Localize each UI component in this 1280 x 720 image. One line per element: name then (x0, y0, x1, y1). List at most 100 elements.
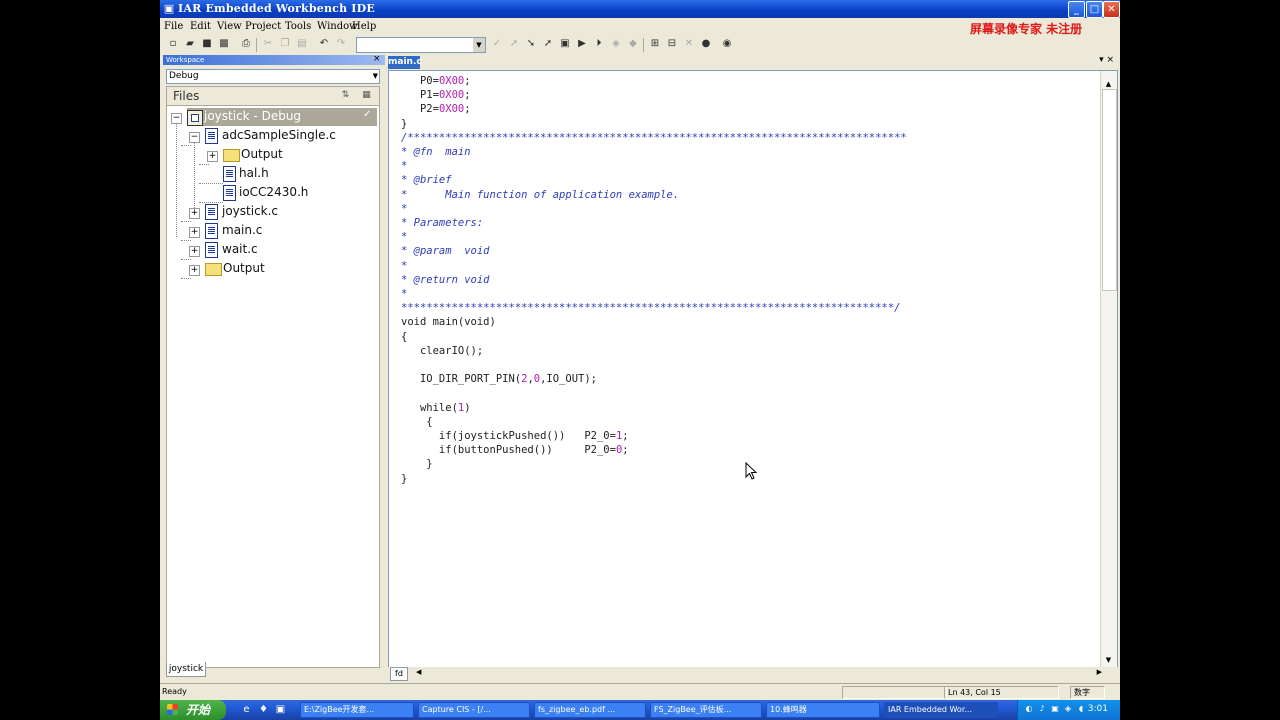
tree-item-project[interactable]: joystick - Debug ✓ (187, 108, 377, 126)
code-line[interactable]: } (401, 117, 907, 131)
collapse-icon[interactable]: − (189, 132, 200, 143)
make-icon[interactable]: ▶ (575, 37, 589, 51)
chevron-down-icon[interactable]: ▼ (473, 38, 485, 52)
close-button[interactable]: ✕ (1103, 1, 1120, 18)
code-line[interactable]: /***************************************… (401, 131, 907, 145)
code-line[interactable]: * Parameters: (401, 216, 907, 230)
sort-icon[interactable]: ⇅ (339, 89, 352, 102)
scroll-thumb[interactable] (1102, 89, 1117, 291)
scroll-down-icon[interactable]: ▼ (1103, 655, 1114, 666)
code-line[interactable]: { (401, 330, 907, 344)
expand-icon[interactable]: + (189, 246, 200, 257)
save-icon[interactable]: ■ (200, 37, 214, 51)
code-line[interactable]: * (401, 202, 907, 216)
breakpoint-disabled-icon[interactable]: ◆ (626, 37, 640, 51)
maximize-button[interactable]: □ (1086, 1, 1103, 18)
remove-breakpoints-icon[interactable]: ✕ (682, 37, 696, 51)
next-bookmark-icon[interactable]: ➚ (507, 37, 521, 51)
task-eval-board[interactable]: FS_ZigBee_评估板... (650, 702, 762, 718)
task-capture-cis[interactable]: Capture CIS - [/... (418, 702, 530, 718)
tree-item-adcsamplesingle[interactable]: adcSampleSingle.c (205, 127, 375, 145)
source-code[interactable]: P0=0X00; P1=0X00; P2=0X00;}/************… (401, 74, 907, 486)
code-line[interactable] (401, 386, 907, 400)
paste-icon[interactable]: ▤ (295, 37, 309, 51)
print-icon[interactable]: ⎙ (239, 37, 253, 51)
vertical-scrollbar[interactable]: ▲ ▼ (1100, 71, 1117, 668)
task-explorer-zigbee[interactable]: E:\ZigBee开发套... (300, 702, 414, 718)
save-all-icon[interactable]: ▩ (217, 37, 231, 51)
tree-item-hal-h[interactable]: hal.h (223, 165, 373, 183)
code-line[interactable]: ****************************************… (401, 301, 907, 315)
editor-window-controls[interactable]: ▾ × (1099, 55, 1114, 65)
code-line[interactable]: * @return void (401, 273, 907, 287)
new-file-icon[interactable]: ▫ (166, 37, 180, 51)
find-in-files-icon[interactable]: ➚ (541, 37, 555, 51)
code-line[interactable]: } (401, 457, 907, 471)
code-line[interactable]: void main(void) (401, 315, 907, 329)
toggle-breakpoint-icon[interactable]: ● (699, 37, 713, 51)
goto-icon[interactable]: ➘ (524, 37, 538, 51)
tree-item-output-sub[interactable]: Output (223, 146, 373, 164)
explorer-icon[interactable]: ▣ (274, 703, 287, 716)
start-button[interactable]: 开始 (160, 700, 226, 720)
menu-edit[interactable]: Edit (190, 21, 211, 32)
code-line[interactable]: * (401, 259, 907, 273)
code-line[interactable]: { (401, 415, 907, 429)
network-icon[interactable]: ♦ (257, 703, 270, 716)
copy-icon[interactable]: ❐ (278, 37, 292, 51)
undo-icon[interactable]: ↶ (317, 37, 331, 51)
code-line[interactable]: * (401, 230, 907, 244)
menu-view[interactable]: View (217, 21, 242, 32)
layout-icon[interactable]: ▦ (360, 89, 373, 102)
code-line[interactable]: while(1) (401, 401, 907, 415)
function-navigator-button[interactable]: fd (390, 667, 408, 681)
minimize-button[interactable]: _ (1068, 1, 1085, 18)
code-line[interactable]: clearIO(); (401, 344, 907, 358)
tab-main-c[interactable]: main.c (388, 56, 422, 69)
stop-build-icon[interactable]: ◈ (609, 37, 623, 51)
debug-icon[interactable]: ⏵ (592, 37, 606, 51)
code-line[interactable]: * @fn main (401, 145, 907, 159)
code-line[interactable]: * @brief (401, 173, 907, 187)
tree-item-main-c[interactable]: main.c (205, 222, 375, 240)
task-pdf[interactable]: fs_zigbee_eb.pdf ... (534, 702, 646, 718)
configuration-select[interactable]: Debug ▼ (166, 69, 380, 84)
code-line[interactable] (401, 358, 907, 372)
menu-project[interactable]: Project (245, 21, 281, 32)
menu-file[interactable]: File (164, 21, 183, 32)
template-icon[interactable]: ⊟ (665, 37, 679, 51)
task-buzzer-folder[interactable]: 10.蜂鸣器 (766, 702, 880, 718)
expand-icon[interactable]: + (207, 151, 218, 162)
chevron-down-icon[interactable]: ▼ (373, 70, 378, 83)
close-icon[interactable]: × (373, 54, 381, 64)
collapse-icon[interactable]: − (171, 113, 182, 124)
expand-icon[interactable]: + (189, 227, 200, 238)
menu-tools[interactable]: Tools (285, 21, 311, 32)
shield-icon[interactable]: ◈ (1063, 704, 1073, 714)
volume-icon[interactable]: ♪ (1037, 704, 1047, 714)
ime-icon[interactable]: ◐ (1024, 704, 1034, 714)
open-icon[interactable]: ▰ (183, 37, 197, 51)
speaker-icon[interactable]: ◖ (1076, 704, 1086, 714)
redo-icon[interactable]: ↷ (334, 37, 348, 51)
code-line[interactable]: IO_DIR_PORT_PIN(2,0,IO_OUT); (401, 372, 907, 386)
code-editor[interactable]: P0=0X00; P1=0X00; P2=0X00;}/************… (388, 70, 1118, 669)
bookmark-icon[interactable]: ⊞ (648, 37, 662, 51)
compile-icon[interactable]: ▣ (558, 37, 572, 51)
find-combo[interactable]: ▼ (356, 37, 486, 53)
toggle-bookmark-icon[interactable]: ✓ (490, 37, 504, 51)
ie-icon[interactable]: e (240, 703, 253, 716)
code-line[interactable]: if(buttonPushed()) P2_0=0; (401, 443, 907, 457)
expand-icon[interactable]: + (189, 208, 200, 219)
code-line[interactable]: } (401, 472, 907, 486)
code-line[interactable]: P0=0X00; (401, 74, 907, 88)
code-line[interactable]: * Main function of application example. (401, 188, 907, 202)
network-tray-icon[interactable]: ▣ (1050, 704, 1060, 714)
scroll-left-icon[interactable]: ◀ (416, 668, 421, 676)
tree-item-joystick-c[interactable]: joystick.c (205, 203, 375, 221)
code-line[interactable]: if(joystickPushed()) P2_0=1; (401, 429, 907, 443)
tree-item-wait-c[interactable]: wait.c (205, 241, 375, 259)
cut-icon[interactable]: ✂ (261, 37, 275, 51)
scroll-right-icon[interactable]: ▶ (1097, 668, 1102, 676)
code-line[interactable]: P2=0X00; (401, 102, 907, 116)
